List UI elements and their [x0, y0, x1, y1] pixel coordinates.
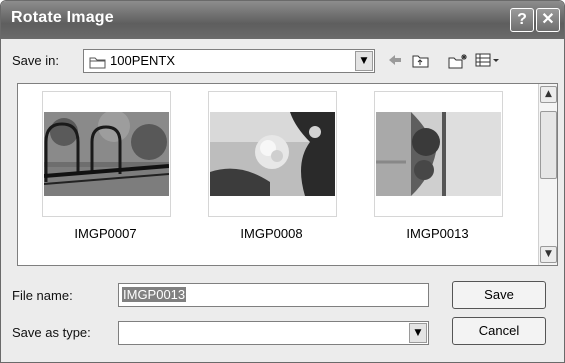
scroll-up-icon[interactable]: ▲	[540, 86, 557, 103]
save-in-value: 100PENTX	[110, 53, 176, 68]
save-in-label: Save in:	[12, 53, 59, 68]
photo-gate-thumbnail	[44, 112, 169, 196]
file-list[interactable]: IMGP0007 IMGP0008 IMGP0013 ▲ ▼	[17, 83, 558, 266]
chevron-down-icon[interactable]: ▼	[355, 51, 373, 71]
photo-landscape-thumbnail	[376, 112, 501, 196]
back-arrow-icon[interactable]	[387, 53, 403, 70]
file-thumbnail[interactable]	[374, 91, 503, 217]
file-name-input[interactable]: IMGP0013	[118, 283, 429, 307]
photo-flower-thumbnail	[210, 112, 335, 196]
chevron-down-icon[interactable]: ▼	[409, 323, 427, 343]
save-as-type-label: Save as type:	[12, 325, 91, 340]
scrollbar-thumb[interactable]	[540, 111, 557, 179]
help-button[interactable]: ?	[510, 8, 534, 32]
file-thumbnail[interactable]	[208, 91, 337, 217]
close-button[interactable]: ✕	[536, 8, 560, 32]
views-menu-icon[interactable]	[475, 53, 501, 70]
file-name-label: IMGP0008	[240, 226, 303, 241]
title-bar[interactable]: Rotate Image ? ✕	[1, 1, 564, 39]
file-name-field-label: File name:	[12, 288, 73, 303]
file-name-label: IMGP0007	[74, 226, 137, 241]
rotate-image-dialog: Rotate Image ? ✕ Save in: 100PENTX ▼ IMG…	[0, 0, 565, 363]
file-name-label: IMGP0013	[406, 226, 469, 241]
cancel-button[interactable]: Cancel	[452, 317, 546, 345]
up-folder-icon[interactable]	[412, 53, 430, 71]
save-as-type-combo[interactable]: ▼	[118, 321, 429, 345]
file-thumbnail[interactable]	[42, 91, 171, 217]
new-folder-icon[interactable]	[448, 53, 468, 72]
file-name-value: IMGP0013	[122, 287, 187, 302]
scroll-down-icon[interactable]: ▼	[540, 246, 557, 263]
save-in-combo[interactable]: 100PENTX ▼	[83, 49, 375, 73]
vertical-scrollbar[interactable]: ▲ ▼	[538, 84, 557, 265]
folder-icon	[89, 54, 107, 73]
save-button[interactable]: Save	[452, 281, 546, 309]
window-title: Rotate Image	[11, 9, 114, 26]
